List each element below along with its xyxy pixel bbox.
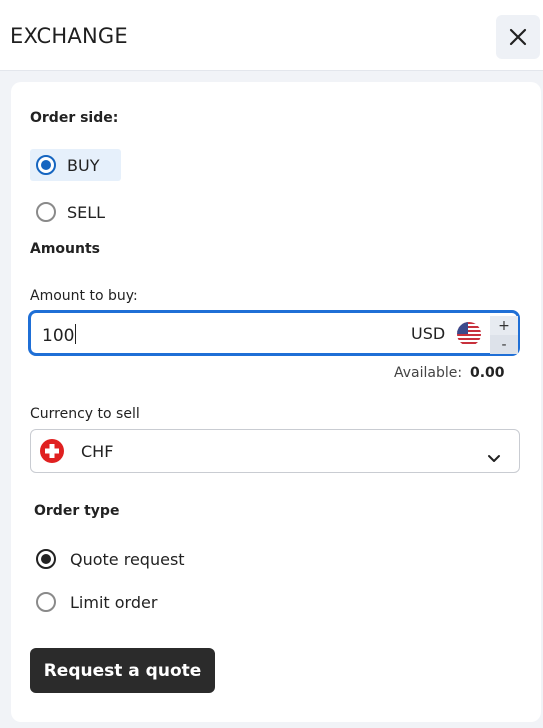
amount-stepper[interactable]: + - — [490, 316, 518, 354]
close-button[interactable] — [496, 15, 540, 59]
order-side-label: Order side: — [30, 110, 119, 126]
amounts-heading: Amounts — [30, 241, 100, 257]
radio-sell[interactable]: SELL — [36, 202, 105, 222]
increment-button[interactable]: + — [490, 316, 518, 335]
currency-to-sell-label: Currency to sell — [30, 406, 140, 422]
text-caret — [75, 324, 77, 344]
amount-to-buy-label: Amount to buy: — [30, 288, 138, 304]
amount-currency-code: USD — [411, 324, 446, 343]
dialog-header: EXCHANGE — [0, 0, 543, 71]
swiss-flag-icon — [40, 439, 64, 463]
currency-to-sell-value: CHF — [81, 442, 114, 461]
radio-buy-label: BUY — [67, 155, 100, 175]
amount-input-value[interactable]: 100 — [42, 324, 77, 346]
radio-buy[interactable]: BUY — [36, 155, 99, 175]
order-type-label: Order type — [34, 503, 120, 519]
radio-limit-order-label: Limit order — [70, 592, 158, 612]
decrement-button[interactable]: - — [490, 335, 518, 354]
radio-sell-label: SELL — [67, 202, 106, 222]
dialog-title: EXCHANGE — [10, 24, 128, 48]
radio-buy-indicator[interactable] — [36, 155, 56, 175]
currency-to-sell-select[interactable]: CHF — [30, 429, 520, 473]
request-quote-button[interactable]: Request a quote — [30, 648, 215, 693]
us-flag-icon — [457, 322, 481, 346]
chevron-down-icon — [488, 455, 500, 462]
radio-sell-indicator[interactable] — [36, 202, 56, 222]
amount-input[interactable]: 100 USD + - — [28, 310, 520, 356]
radio-quote-request-indicator[interactable] — [36, 549, 56, 569]
available-label: Available: — [394, 365, 463, 381]
radio-limit-order-indicator[interactable] — [36, 592, 56, 612]
available-value: 0.00 — [470, 365, 505, 381]
amount-value-text: 100 — [42, 326, 75, 346]
close-icon — [509, 28, 527, 46]
radio-quote-request-label: Quote request — [70, 549, 185, 569]
radio-quote-request[interactable]: Quote request — [36, 549, 185, 569]
radio-limit-order[interactable]: Limit order — [36, 592, 157, 612]
